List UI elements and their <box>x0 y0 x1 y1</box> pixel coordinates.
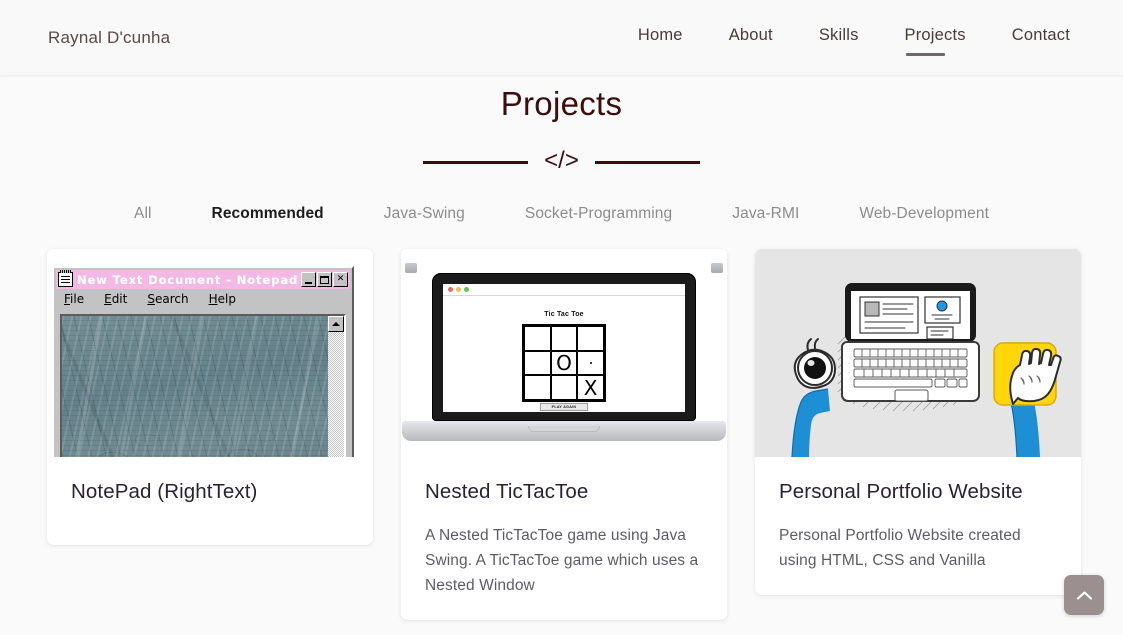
card-body-notepad: NotePad (RightText) <box>47 457 373 545</box>
tictactoe-cell[interactable] <box>577 350 604 376</box>
portfolio-illustration <box>755 249 1081 457</box>
section-divider: </> <box>0 149 1123 175</box>
nav-item-contact[interactable]: Contact <box>1012 26 1070 49</box>
project-title: Nested TicTacToe <box>425 480 589 503</box>
card-body-portfolio: Personal Portfolio Website Personal Port… <box>755 457 1081 595</box>
project-description: Personal Portfolio Website created using… <box>779 526 1021 569</box>
laptop-lid: Tic Tac Toe O X PLAY AGAIN <box>432 273 696 421</box>
project-card-tictactoe[interactable]: Tic Tac Toe O X PLAY AGAIN Nested TicTac… <box>401 249 727 621</box>
notepad-title-text: New Text Document - Notepad <box>77 272 297 287</box>
project-card-portfolio[interactable]: Personal Portfolio Website Personal Port… <box>755 249 1081 596</box>
play-again-button[interactable]: PLAY AGAIN <box>540 403 588 411</box>
notepad-window-controls: ✕ <box>301 272 348 287</box>
nav-item-about[interactable]: About <box>729 26 773 49</box>
filter-tab-socket-programming[interactable]: Socket-Programming <box>495 201 702 227</box>
laptop-mockup: Tic Tac Toe O X PLAY AGAIN <box>401 249 727 457</box>
laptop-trackpad-notch <box>528 426 600 432</box>
site-header: Raynal D'cunha Home About Skills Project… <box>0 0 1123 75</box>
code-tag-icon: </> <box>544 147 579 174</box>
laptop-foot-left <box>405 263 417 273</box>
nav-item-projects[interactable]: Projects <box>905 26 966 56</box>
filter-tab-recommended[interactable]: Recommended <box>182 201 354 227</box>
filter-tab-web-development[interactable]: Web-Development <box>829 201 1019 227</box>
project-thumbnail-portfolio <box>755 249 1081 457</box>
tictactoe-app: Tic Tac Toe O X PLAY AGAIN <box>443 296 685 411</box>
card-body-tictactoe: Nested TicTacToe A Nested TicTacToe game… <box>401 457 727 620</box>
filter-tab-all[interactable]: All <box>104 201 182 227</box>
tictactoe-cell[interactable]: X <box>577 375 604 400</box>
page-title: Projects <box>500 85 623 122</box>
nav-item-skills[interactable]: Skills <box>819 26 859 49</box>
laptop-screen: Tic Tac Toe O X PLAY AGAIN <box>443 284 685 412</box>
brand-logo[interactable]: Raynal D'cunha <box>48 28 170 48</box>
tictactoe-cell[interactable] <box>550 375 578 400</box>
tictactoe-cell[interactable] <box>550 326 578 351</box>
tictactoe-cell[interactable] <box>577 326 604 351</box>
notepad-document-icon <box>58 270 73 287</box>
menu-item-help[interactable]: Help <box>209 292 236 306</box>
project-cards-grid: New Text Document - Notepad ✕ File Edit … <box>0 227 1123 621</box>
project-description: A Nested TicTacToe game using Java Swing… <box>425 526 699 595</box>
maximize-icon[interactable] <box>317 272 332 287</box>
projects-page: Projects </> All Recommended Java-Swing … <box>0 75 1123 635</box>
menu-item-edit[interactable]: Edit <box>104 292 127 306</box>
laptop-base <box>402 421 726 441</box>
divider-line-left <box>423 160 529 164</box>
chevron-up-icon <box>1076 590 1092 600</box>
tictactoe-title: Tic Tac Toe <box>544 311 584 318</box>
menu-item-file[interactable]: File <box>64 292 84 306</box>
minimize-icon[interactable] <box>301 272 316 287</box>
tictactoe-board: O X <box>522 324 606 402</box>
window-close-dot-icon <box>448 287 453 292</box>
project-thumbnail-notepad: New Text Document - Notepad ✕ File Edit … <box>47 249 373 457</box>
notepad-menubar: File Edit Search Help <box>56 289 350 308</box>
notepad-titlebar: New Text Document - Notepad ✕ <box>56 270 350 289</box>
close-icon[interactable]: ✕ <box>333 272 348 287</box>
laptop-foot-right <box>711 263 723 273</box>
window-maximize-dot-icon <box>464 287 469 292</box>
notepad-window: New Text Document - Notepad ✕ File Edit … <box>52 266 354 457</box>
filter-tab-java-swing[interactable]: Java-Swing <box>354 201 495 227</box>
menu-item-search[interactable]: Search <box>147 292 188 306</box>
nav-item-home[interactable]: Home <box>638 26 683 49</box>
tictactoe-cell[interactable] <box>524 326 551 351</box>
scroll-to-top-button[interactable] <box>1064 575 1104 615</box>
project-title: Personal Portfolio Website <box>779 480 1023 503</box>
notepad-vertical-scrollbar[interactable] <box>328 316 344 457</box>
notepad-screenshot: New Text Document - Notepad ✕ File Edit … <box>50 266 356 457</box>
notepad-text-area[interactable] <box>60 314 346 457</box>
tictactoe-cell[interactable]: O <box>550 350 578 376</box>
tictactoe-cell[interactable] <box>524 375 551 400</box>
divider-line-right <box>594 160 700 164</box>
project-card-notepad[interactable]: New Text Document - Notepad ✕ File Edit … <box>47 249 373 545</box>
project-title: NotePad (RightText) <box>71 480 258 503</box>
main-navigation: Home About Skills Projects Contact <box>638 26 1075 56</box>
project-thumbnail-tictactoe: Tic Tac Toe O X PLAY AGAIN <box>401 249 727 457</box>
filter-tab-java-rmi[interactable]: Java-RMI <box>702 201 829 227</box>
tictactoe-cell[interactable] <box>524 350 551 376</box>
laptop-hands-illustration <box>755 249 1081 457</box>
window-minimize-dot-icon <box>456 287 461 292</box>
project-filter-tabs: All Recommended Java-Swing Socket-Progra… <box>0 201 1123 227</box>
browser-titlebar <box>443 284 685 296</box>
scroll-up-icon[interactable] <box>328 316 344 332</box>
